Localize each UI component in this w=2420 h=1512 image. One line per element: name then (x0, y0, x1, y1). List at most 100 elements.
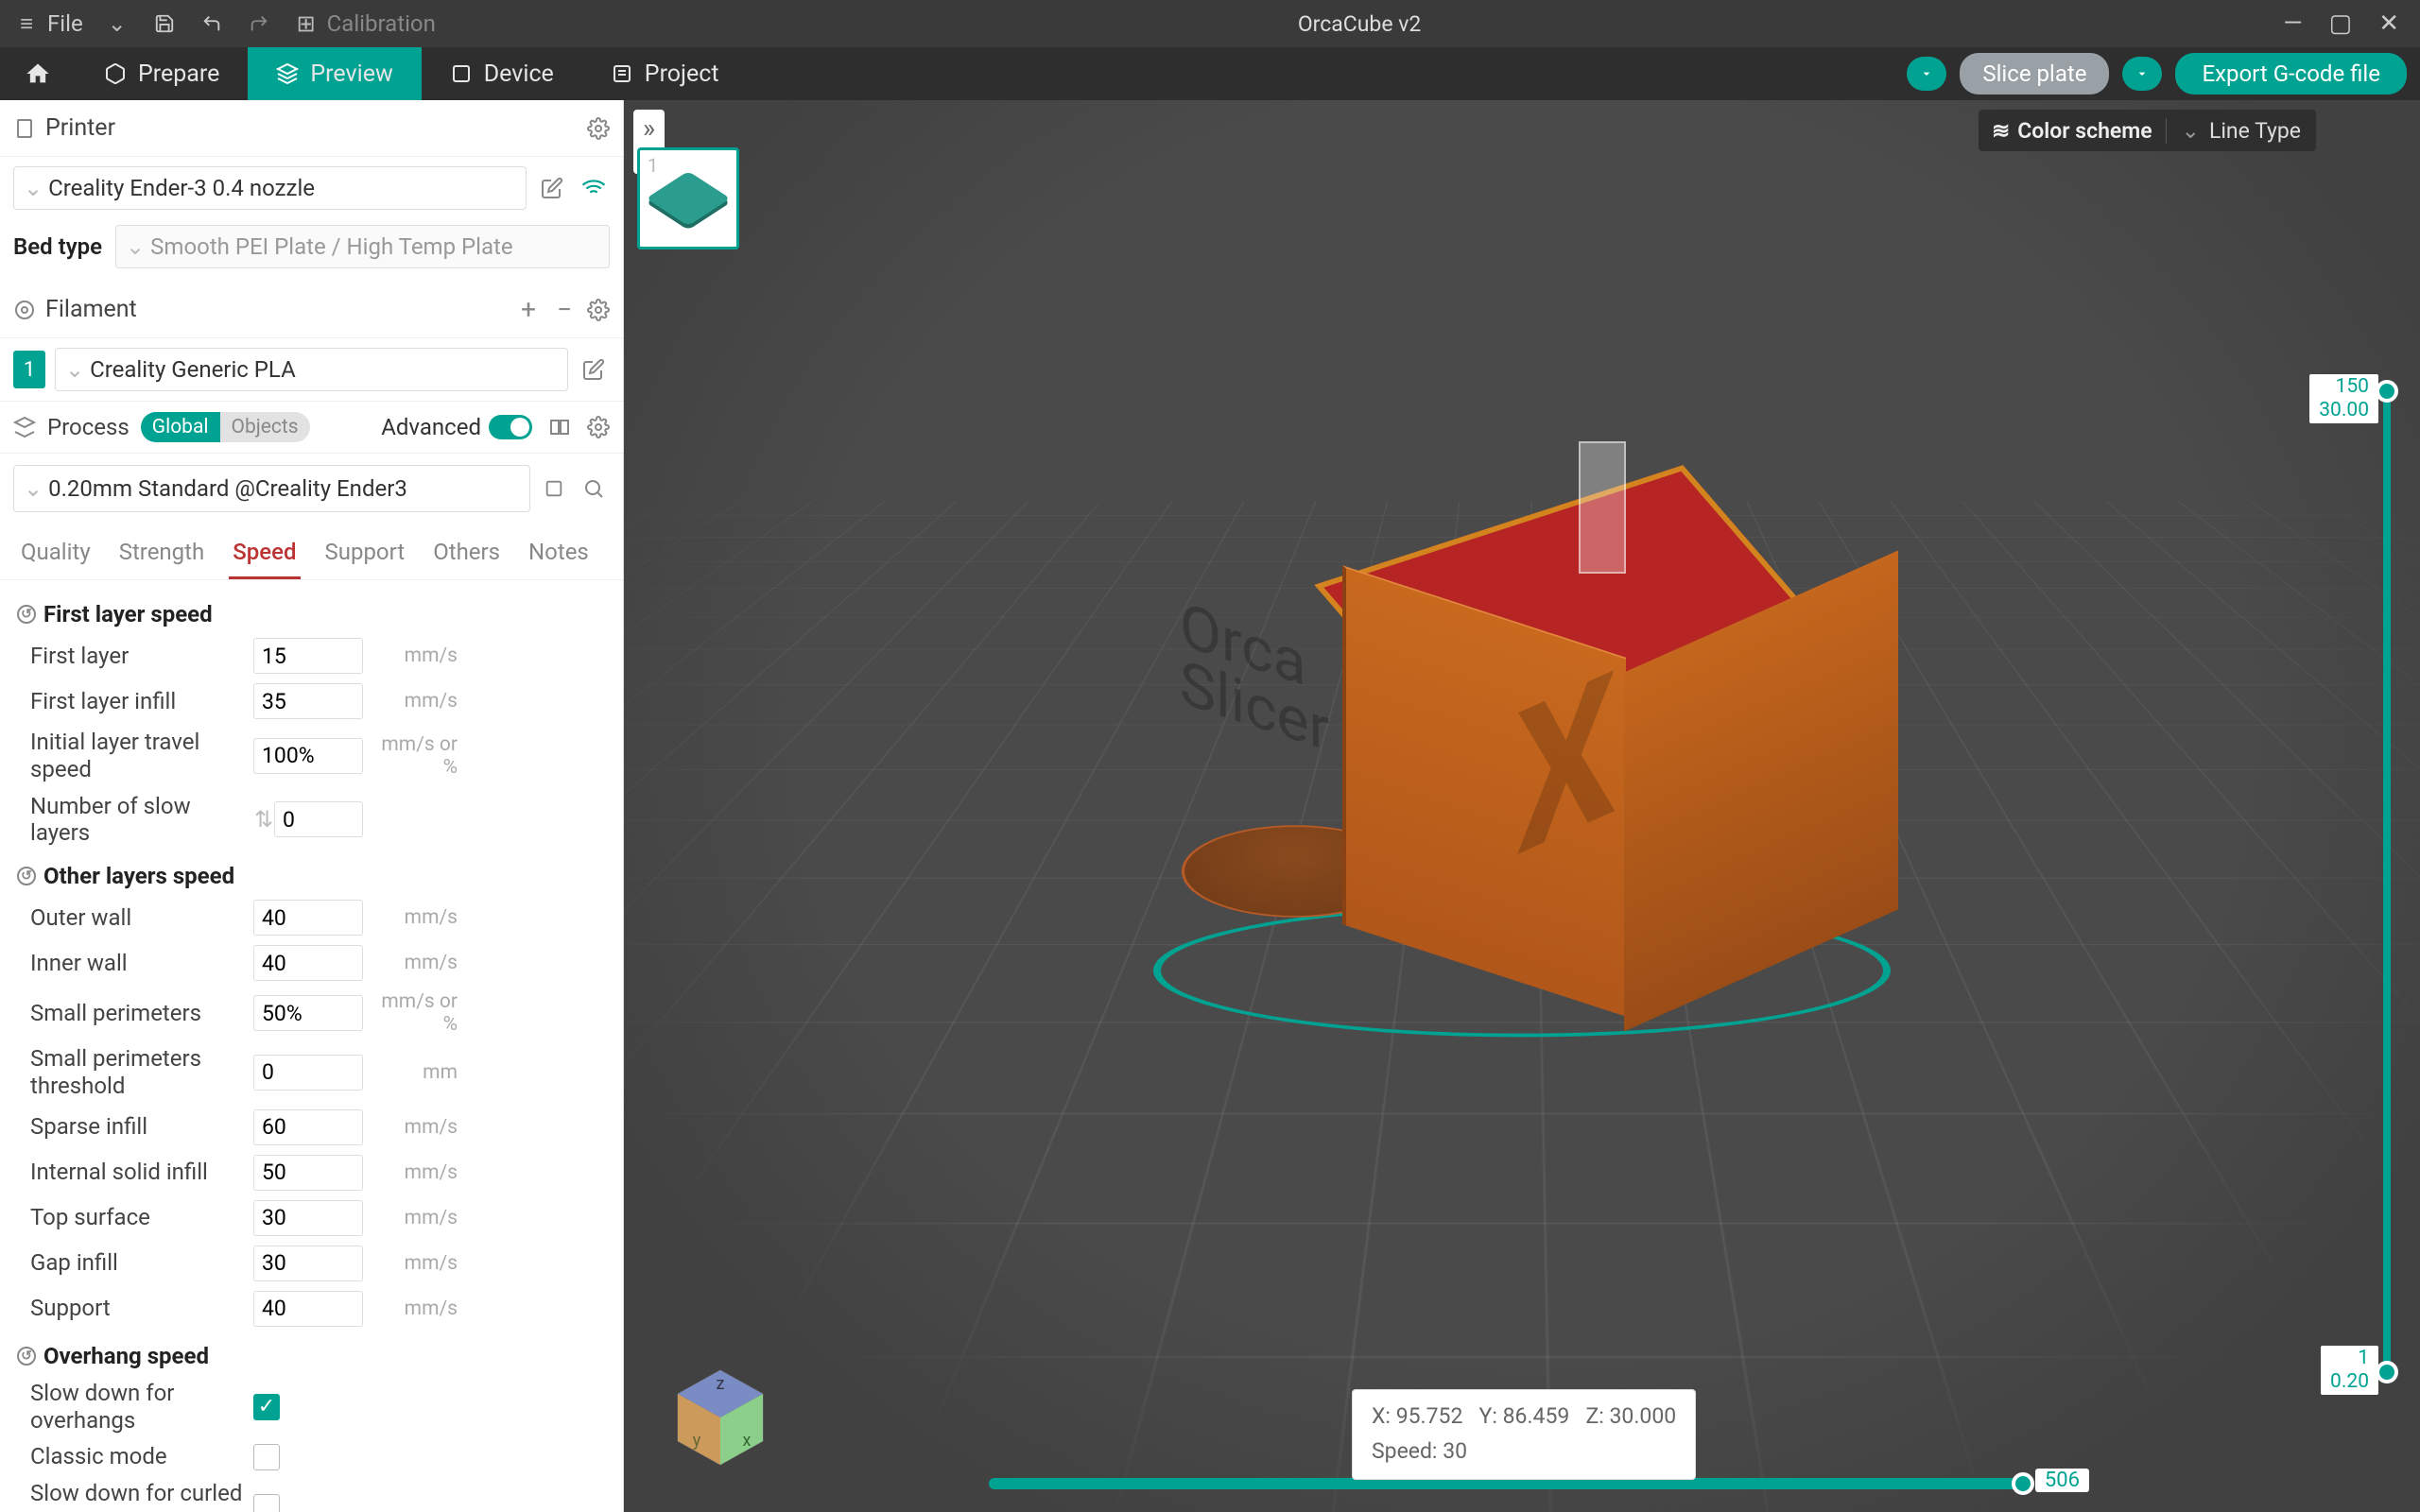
param-slow-layers-label: Number of slow layers (17, 793, 253, 848)
param-curled-perimeters-checkbox[interactable] (253, 1494, 280, 1512)
param-inner-wall-input[interactable] (253, 945, 363, 981)
bed-type-select[interactable]: ⌄Smooth PEI Plate / High Temp Plate (115, 225, 610, 268)
printer-settings-button[interactable] (587, 117, 610, 140)
advanced-toggle[interactable] (489, 415, 532, 439)
reset-icon[interactable]: ↺ (17, 605, 36, 624)
param-internal-solid-label: Internal solid infill (17, 1159, 253, 1186)
settings-panel[interactable]: ↺First layer speed First layermm/s First… (0, 580, 623, 1512)
subtab-speed[interactable]: Speed (229, 531, 300, 579)
filament-add-button[interactable]: + (515, 294, 542, 325)
unit: mm/s (371, 906, 484, 929)
color-scheme-value: Line Type (2209, 118, 2301, 144)
param-top-surface-label: Top surface (17, 1204, 253, 1231)
printer-icon (13, 117, 36, 140)
tab-home[interactable] (0, 47, 76, 100)
chevron-down-icon[interactable]: ⌄ (104, 10, 130, 37)
slice-plate-button: Slice plate (1960, 53, 2109, 94)
param-initial-travel-input[interactable] (253, 738, 363, 774)
filament-index-badge[interactable]: 1 (13, 351, 45, 388)
window-title: OrcaCube v2 (436, 11, 2283, 37)
process-preset-value: 0.20mm Standard @Creality Ender3 (48, 475, 407, 502)
subtab-strength[interactable]: Strength (115, 531, 209, 579)
reset-icon[interactable]: ↺ (17, 1347, 36, 1366)
param-first-layer-label: First layer (17, 643, 253, 670)
filament-settings-button[interactable] (587, 299, 610, 321)
tab-project-label: Project (645, 60, 719, 88)
plate-thumbnail[interactable]: 1 (637, 147, 739, 249)
global-pill: Global (141, 412, 220, 442)
filament-remove-button[interactable]: − (551, 294, 578, 325)
tab-device-label: Device (484, 60, 554, 88)
param-classic-mode-checkbox[interactable] (253, 1444, 280, 1470)
filament-icon (13, 299, 36, 321)
param-first-layer-infill-label: First layer infill (17, 688, 253, 715)
param-slow-down-overhangs-label: Slow down for overhangs (17, 1380, 253, 1435)
file-menu-label: File (47, 10, 83, 37)
search-process-button[interactable] (578, 472, 610, 505)
svg-text:x: x (743, 1431, 752, 1451)
layer-slider-vertical[interactable] (2371, 384, 2403, 1380)
process-settings-button[interactable] (587, 416, 610, 438)
maximize-button[interactable]: ▢ (2329, 9, 2353, 38)
axis-gizmo[interactable]: z y x (654, 1351, 786, 1484)
tab-preview[interactable]: Preview (248, 47, 421, 100)
sidebar: Printer ⌄Creality Ender-3 0.4 nozzle Bed… (0, 100, 624, 1512)
unit: mm/s (371, 952, 484, 974)
reset-icon[interactable]: ↺ (17, 867, 36, 885)
tab-device[interactable]: Device (422, 47, 582, 100)
compare-button[interactable] (544, 411, 576, 443)
param-classic-mode-label: Classic mode (17, 1443, 253, 1470)
model-preview: OrcaSlicer X (1134, 432, 1910, 1112)
file-menu[interactable]: ≡ File (13, 10, 83, 37)
param-outer-wall-input[interactable] (253, 900, 363, 936)
export-gcode-button[interactable]: Export G-code file (2175, 53, 2407, 94)
minimize-button[interactable]: — (2283, 9, 2302, 38)
redo-icon[interactable] (246, 10, 272, 37)
param-top-surface-input[interactable] (253, 1200, 363, 1236)
subtab-quality[interactable]: Quality (17, 531, 95, 579)
edit-filament-button[interactable] (578, 353, 610, 386)
param-first-layer-infill-input[interactable] (253, 683, 363, 719)
param-internal-solid-input[interactable] (253, 1155, 363, 1191)
param-support-input[interactable] (253, 1291, 363, 1327)
unit: mm/s (371, 1207, 484, 1229)
param-small-perim-thresh-input[interactable] (253, 1055, 363, 1091)
plate-number: 1 (648, 154, 658, 177)
edit-printer-button[interactable] (536, 172, 568, 204)
slice-dropdown-button[interactable] (1907, 57, 1946, 91)
printer-select[interactable]: ⌄Creality Ender-3 0.4 nozzle (13, 166, 527, 210)
param-sparse-infill-input[interactable] (253, 1109, 363, 1145)
save-icon[interactable] (151, 10, 178, 37)
viewport[interactable]: OrcaSlicer X »« 1 ≋Color scheme ⌄Line Ty… (624, 100, 2420, 1512)
unit: mm/s (371, 1161, 484, 1184)
subtab-others[interactable]: Others (429, 531, 504, 579)
tab-project[interactable]: Project (582, 47, 748, 100)
param-first-layer-input[interactable] (253, 638, 363, 674)
subtab-notes[interactable]: Notes (525, 531, 593, 579)
tab-prepare[interactable]: Prepare (76, 47, 248, 100)
export-dropdown-button[interactable] (2122, 57, 2162, 91)
wifi-icon[interactable] (578, 172, 610, 204)
param-gap-infill-input[interactable] (253, 1246, 363, 1281)
calibration-icon: ⊞ (293, 10, 320, 37)
undo-icon[interactable] (199, 10, 225, 37)
unit: mm (371, 1061, 484, 1084)
param-slow-down-overhangs-checkbox[interactable]: ✓ (253, 1394, 280, 1420)
unit: mm/s or % (371, 990, 484, 1036)
section-process-title: Process (47, 414, 130, 440)
process-scope-toggle[interactable]: Global Objects (141, 412, 310, 442)
color-scheme-selector[interactable]: ≋Color scheme ⌄Line Type (1979, 110, 2316, 151)
filament-select[interactable]: ⌄Creality Generic PLA (55, 348, 568, 391)
process-preset-select[interactable]: ⌄0.20mm Standard @Creality Ender3 (13, 465, 530, 512)
subtab-support[interactable]: Support (321, 531, 409, 579)
unit: mm/s (371, 690, 484, 713)
cube-icon (104, 62, 127, 85)
close-button[interactable]: ✕ (2378, 9, 2399, 38)
param-small-perimeters-input[interactable] (253, 995, 363, 1031)
titlebar: ≡ File ⌄ ⊞ Calibration OrcaCube v2 — ▢ ✕ (0, 0, 2420, 47)
calibration-menu[interactable]: ⊞ Calibration (293, 10, 436, 37)
edit-process-button[interactable] (538, 472, 570, 505)
unit: mm/s (371, 644, 484, 667)
param-slow-layers-input[interactable] (274, 801, 363, 837)
vslider-top-label: 15030.00 (2309, 374, 2378, 423)
